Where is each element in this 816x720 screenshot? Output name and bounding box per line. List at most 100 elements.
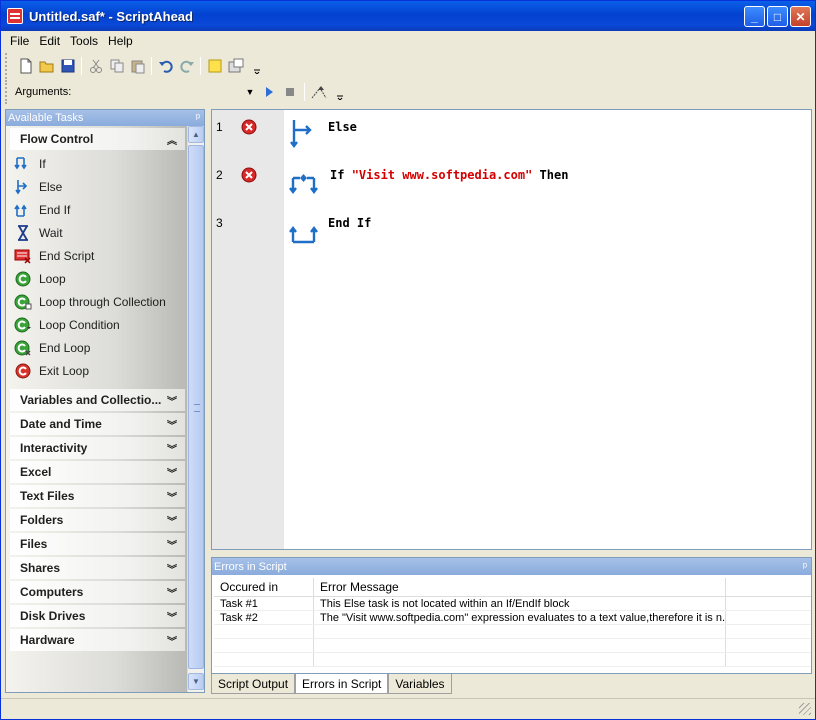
task-wait[interactable]: Wait xyxy=(6,221,188,244)
title-bar[interactable]: Untitled.saf* - ScriptAhead _ □ ✕ xyxy=(1,1,815,31)
menu-edit[interactable]: Edit xyxy=(34,34,65,48)
group-date-time[interactable]: Date and Time ︾ xyxy=(10,413,185,435)
chevron-down-icon[interactable]: ︾ xyxy=(167,417,177,432)
toolbar-overflow-icon[interactable] xyxy=(246,55,267,77)
script-line[interactable]: 3 End If xyxy=(212,206,810,254)
chevron-down-icon[interactable]: ︾ xyxy=(167,465,177,480)
chevron-down-icon[interactable]: ︾ xyxy=(167,537,177,552)
chevron-down-icon[interactable]: ︾ xyxy=(167,441,177,456)
task-label: End If xyxy=(39,202,71,217)
task-loop-through-collection[interactable]: Loop through Collection xyxy=(6,290,188,313)
maximize-button[interactable]: □ xyxy=(767,6,788,27)
task-end-if[interactable]: End If xyxy=(6,198,188,221)
chevron-down-icon[interactable]: ︾ xyxy=(167,633,177,648)
close-button[interactable]: ✕ xyxy=(790,6,811,27)
scroll-up-icon[interactable]: ▲ xyxy=(188,126,204,143)
tab-script-output[interactable]: Script Output xyxy=(211,674,296,694)
line-number: 2 xyxy=(216,168,223,182)
scroll-down-icon[interactable]: ▼ xyxy=(188,673,204,690)
arguments-dropdown[interactable]: Arguments: ▼ xyxy=(15,86,258,98)
table-row[interactable]: Task #1 This Else task is not located wi… xyxy=(214,597,811,611)
note-icon[interactable] xyxy=(204,55,225,77)
exit-loop-icon xyxy=(14,362,32,380)
chevron-down-icon[interactable]: ︾ xyxy=(167,393,177,408)
debug-step-icon[interactable] xyxy=(308,81,329,103)
grip-icon xyxy=(194,404,200,412)
group-computers[interactable]: Computers ︾ xyxy=(10,581,185,603)
script-line[interactable]: 1 Else xyxy=(212,110,810,158)
chevron-down-icon[interactable]: ︾ xyxy=(167,561,177,576)
task-else[interactable]: Else xyxy=(6,175,188,198)
script-editor[interactable]: 1 Else 2 If "Visit www.softpedia.com" Th… xyxy=(211,109,812,550)
chevron-up-icon[interactable]: ︽ xyxy=(167,132,177,147)
end-if-keyword: End If xyxy=(328,216,372,230)
table-row[interactable]: Task #2 The "Visit www.softpedia.com" ex… xyxy=(214,611,811,625)
column-extra[interactable] xyxy=(726,578,811,596)
toolbar-separator xyxy=(200,57,201,75)
group-text-files[interactable]: Text Files ︾ xyxy=(10,485,185,507)
task-label: Loop xyxy=(39,271,66,286)
group-hardware[interactable]: Hardware ︾ xyxy=(10,629,185,651)
cell-empty xyxy=(314,653,726,666)
resize-grip-icon[interactable] xyxy=(799,703,811,715)
column-error-message[interactable]: Error Message xyxy=(314,578,726,596)
chevron-down-icon[interactable]: ︾ xyxy=(167,513,177,528)
cell-task: Task #1 xyxy=(214,597,314,610)
group-interactivity[interactable]: Interactivity ︾ xyxy=(10,437,185,459)
task-loop-condition[interactable]: Loop Condition xyxy=(6,313,188,336)
error-icon xyxy=(241,119,257,135)
tab-variables[interactable]: Variables xyxy=(388,674,452,694)
group-variables[interactable]: Variables and Collectio... ︾ xyxy=(10,389,185,411)
if-keyword: If xyxy=(330,168,352,182)
group-flow-control[interactable]: Flow Control ︽ xyxy=(10,128,185,150)
group-excel[interactable]: Excel ︾ xyxy=(10,461,185,483)
group-files[interactable]: Files ︾ xyxy=(10,533,185,555)
group-disk-drives[interactable]: Disk Drives ︾ xyxy=(10,605,185,627)
minimize-button[interactable]: _ xyxy=(744,6,765,27)
cut-icon[interactable] xyxy=(85,55,106,77)
chevron-down-icon[interactable]: ︾ xyxy=(167,489,177,504)
chevron-down-icon[interactable]: ︾ xyxy=(167,585,177,600)
menu-file[interactable]: File xyxy=(5,34,34,48)
toolbar-separator xyxy=(151,57,152,75)
task-end-script[interactable]: End Script xyxy=(6,244,188,267)
task-loop[interactable]: Loop xyxy=(6,267,188,290)
group-shares[interactable]: Shares ︾ xyxy=(10,557,185,579)
column-occured-in[interactable]: Occured in xyxy=(214,578,314,596)
redo-icon[interactable] xyxy=(176,55,197,77)
pin-icon[interactable]: ᵖ xyxy=(196,112,200,124)
line-number: 1 xyxy=(216,120,223,134)
end-loop-icon xyxy=(14,339,32,357)
run-icon[interactable] xyxy=(258,81,279,103)
properties-icon[interactable] xyxy=(225,55,246,77)
task-exit-loop[interactable]: Exit Loop xyxy=(6,359,188,382)
scroll-thumb[interactable] xyxy=(188,145,204,669)
paste-icon[interactable] xyxy=(127,55,148,77)
task-if[interactable]: If xyxy=(6,152,188,175)
task-end-loop[interactable]: End Loop xyxy=(6,336,188,359)
end-script-icon xyxy=(14,247,32,265)
menu-tools[interactable]: Tools xyxy=(65,34,103,48)
copy-icon[interactable] xyxy=(106,55,127,77)
new-file-icon[interactable] xyxy=(15,55,36,77)
tab-errors-in-script[interactable]: Errors in Script xyxy=(295,674,389,694)
else-icon xyxy=(14,178,32,196)
menu-help[interactable]: Help xyxy=(103,34,138,48)
stop-icon[interactable] xyxy=(280,81,301,103)
save-icon[interactable] xyxy=(57,55,78,77)
group-label: Disk Drives xyxy=(20,609,86,623)
tasks-scrollbar[interactable]: ▲ ▼ xyxy=(187,126,204,692)
cell-empty xyxy=(726,625,811,638)
toolbar-overflow-icon[interactable] xyxy=(330,81,351,103)
task-label: Else xyxy=(39,179,63,194)
chevron-down-icon[interactable]: ︾ xyxy=(167,609,177,624)
group-folders[interactable]: Folders ︾ xyxy=(10,509,185,531)
empty-row xyxy=(214,639,811,653)
task-label: Loop Condition xyxy=(39,317,120,332)
script-line[interactable]: 2 If "Visit www.softpedia.com" Then xyxy=(212,158,810,206)
panel-header: Errors in Script ᵖ xyxy=(212,558,811,575)
undo-icon[interactable] xyxy=(155,55,176,77)
pin-icon[interactable]: ᵖ xyxy=(803,561,807,573)
open-folder-icon[interactable] xyxy=(36,55,57,77)
